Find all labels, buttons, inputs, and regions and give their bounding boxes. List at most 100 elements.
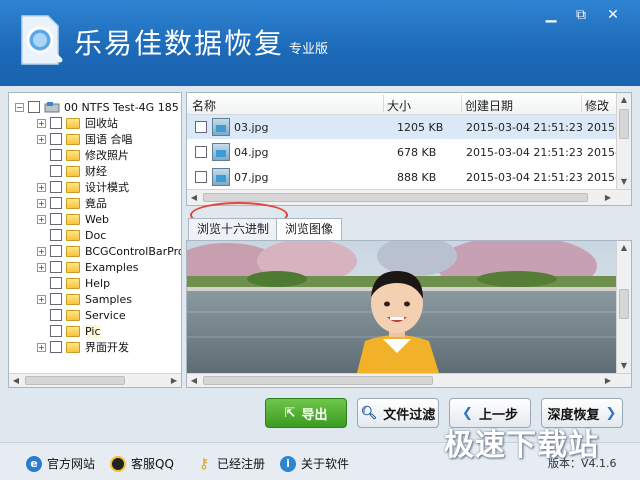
file-filter-label: 文件过滤 [383,407,436,423]
tree-item-checkbox[interactable] [50,133,62,145]
tree-item[interactable]: + Samples [37,291,132,307]
tree-item[interactable]: 财经 [37,163,107,179]
minimize-button[interactable]: ▁ [538,6,564,26]
column-name[interactable]: 名称 [192,97,216,114]
tree-item[interactable]: Help [37,275,110,291]
tree-item[interactable]: + 国语 合唱 [37,131,133,147]
file-checkbox[interactable] [195,146,207,158]
scroll-thumb[interactable] [619,289,629,319]
column-divider[interactable] [461,95,462,112]
file-created: 2015-03-04 21:51:23 [466,171,583,184]
tree-item-checkbox[interactable] [50,181,62,193]
file-list-header: 名称 大小 创建日期 修改 [187,93,617,115]
tree-item[interactable]: Service [37,307,126,323]
tree-item-checkbox[interactable] [50,245,62,257]
tree-item-checkbox[interactable] [50,229,62,241]
column-created[interactable]: 创建日期 [465,97,513,114]
expand-icon[interactable]: + [37,182,46,192]
collapse-icon[interactable]: − [15,102,24,112]
scroll-thumb[interactable] [25,376,125,385]
tree-item-label: Doc [85,228,107,242]
official-site-link[interactable]: e 官方网站 [26,455,95,472]
scroll-left-icon[interactable]: ◀ [9,374,23,387]
scroll-right-icon[interactable]: ▶ [601,191,615,205]
preview-photo [187,241,617,373]
close-button[interactable]: ✕ [600,6,626,26]
scroll-up-icon[interactable]: ▲ [617,241,631,255]
folder-tree[interactable]: − 00 NTFS Test-4G 185 + 回收站 + 国语 合唱修改照片 财经 + 设… [8,92,182,388]
file-list-vertical-scrollbar[interactable]: ▲ ▼ [616,93,631,189]
column-size[interactable]: 大小 [387,97,411,114]
preview-vertical-scrollbar[interactable]: ▲ ▼ [616,241,631,373]
column-divider[interactable] [383,95,384,112]
tree-item[interactable]: + Web [37,211,109,227]
search-icon: 🔍︎ [360,405,378,421]
tree-item[interactable]: + 设计模式 [37,179,129,195]
file-modified: 2015- [587,171,619,184]
support-qq-link[interactable]: 客服QQ [110,455,174,472]
column-divider[interactable] [581,95,582,112]
tree-item-checkbox[interactable] [50,165,62,177]
scroll-thumb[interactable] [203,193,588,202]
tree-drive-row[interactable]: − 00 NTFS Test-4G 185 [15,99,179,115]
tree-horizontal-scrollbar[interactable]: ◀ ▶ [9,373,181,387]
drive-checkbox[interactable] [28,101,40,113]
scroll-left-icon[interactable]: ◀ [187,374,201,387]
tree-item[interactable]: + 界面开发 [37,339,129,355]
registered-link[interactable]: ⚷ 已经注册 [196,455,265,472]
tree-item-checkbox[interactable] [50,149,62,161]
tree-item[interactable]: Doc [37,227,106,243]
scroll-right-icon[interactable]: ▶ [167,374,181,387]
tree-item[interactable]: + Examples [37,259,138,275]
maximize-button[interactable]: ⧉ [568,6,594,26]
official-site-label: 官方网站 [47,457,96,471]
expand-icon[interactable]: + [37,118,46,128]
file-checkbox[interactable] [195,121,207,133]
tree-item-checkbox[interactable] [50,309,62,321]
about-link[interactable]: i 关于软件 [280,455,349,472]
app-edition: 专业版 [289,42,329,57]
tree-item[interactable]: + BCGControlBarPro1 [37,243,181,259]
scroll-right-icon[interactable]: ▶ [601,374,615,387]
tree-item[interactable]: Pic [37,323,101,339]
tree-item-checkbox[interactable] [50,341,62,353]
expand-icon[interactable]: + [37,214,46,224]
tree-item-checkbox[interactable] [50,277,62,289]
file-list[interactable]: 名称 大小 创建日期 修改 03.jpg 1205 KB 2015-03-04 21… [186,92,632,206]
tree-item-label: 修改照片 [85,149,129,162]
expand-icon[interactable]: + [37,342,46,352]
folder-icon [66,149,80,161]
scroll-thumb[interactable] [619,109,629,139]
tab-hex-view[interactable]: 浏览十六进制 [188,218,279,240]
file-filter-button[interactable]: 🔍︎ 文件过滤 [357,398,439,428]
tree-item[interactable]: + 竟品 [37,195,107,211]
scroll-up-icon[interactable]: ▲ [617,93,631,107]
tree-item[interactable]: + 回收站 [37,115,118,131]
tree-item-checkbox[interactable] [50,293,62,305]
column-modified[interactable]: 修改 [585,97,609,114]
tree-item[interactable]: 修改照片 [37,147,129,163]
file-size: 1205 KB [397,121,444,134]
file-row[interactable]: 03.jpg 1205 KB 2015-03-04 21:51:23 2015- [187,115,619,139]
scroll-down-icon[interactable]: ▼ [617,359,631,373]
expand-icon[interactable]: + [37,198,46,208]
file-checkbox[interactable] [195,171,207,183]
scroll-thumb[interactable] [203,376,433,385]
export-button[interactable]: ⇱ 导出 [265,398,347,428]
scroll-left-icon[interactable]: ◀ [187,191,201,205]
tree-item-checkbox[interactable] [50,325,62,337]
tree-item-checkbox[interactable] [50,261,62,273]
tree-item-label: Samples [85,292,132,306]
file-row[interactable]: 04.jpg 678 KB 2015-03-04 21:51:23 2015- [187,140,619,164]
expand-icon[interactable]: + [37,246,46,256]
tree-item-checkbox[interactable] [50,117,62,129]
scroll-down-icon[interactable]: ▼ [617,175,631,189]
tree-item-checkbox[interactable] [50,213,62,225]
expand-icon[interactable]: + [37,294,46,304]
tree-item-checkbox[interactable] [50,197,62,209]
expand-icon[interactable]: + [37,134,46,144]
preview-horizontal-scrollbar[interactable]: ◀ ▶ [187,373,631,387]
file-row[interactable]: 07.jpg 888 KB 2015-03-04 21:51:23 2015- [187,165,619,189]
expand-icon[interactable]: + [37,262,46,272]
tab-image-view[interactable]: 浏览图像 [276,218,343,241]
